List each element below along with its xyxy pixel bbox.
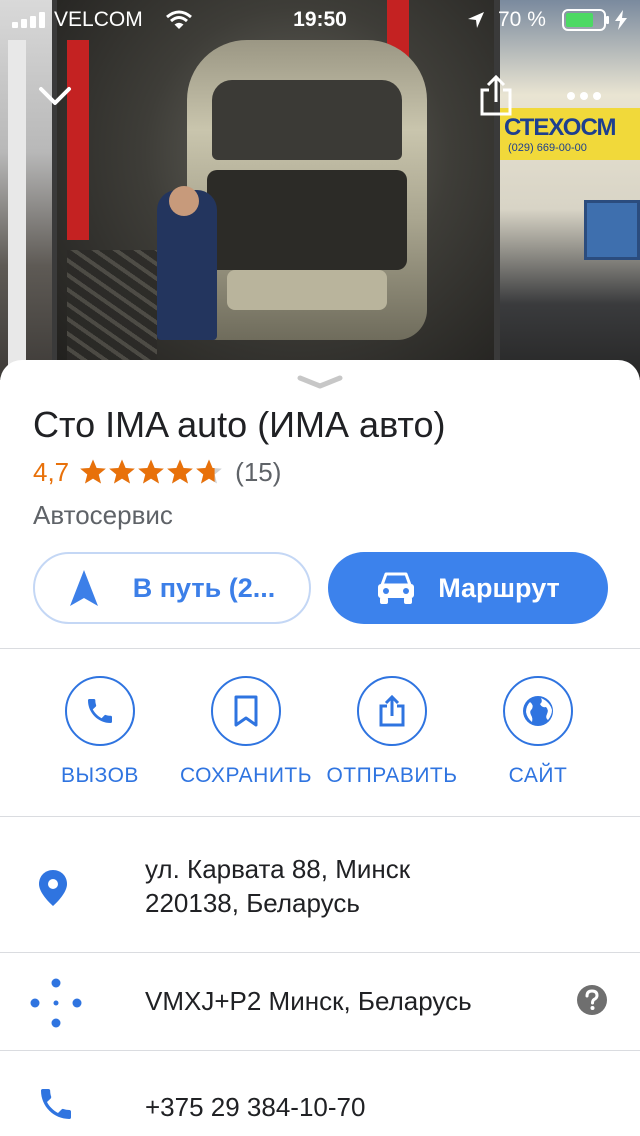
status-bar: VELCOM 19:50 70 % <box>0 0 640 40</box>
website-action[interactable]: САЙТ <box>468 676 608 796</box>
plus-code-row[interactable]: VMXJ+P2 Минск, Беларусь <box>0 952 640 1050</box>
navigation-arrow-icon <box>69 570 98 606</box>
review-count[interactable]: (15) <box>235 457 281 488</box>
address-line-2: 220138, Беларусь <box>145 888 360 918</box>
plus-code-text: VMXJ+P2 Минск, Беларусь <box>145 986 472 1016</box>
battery-percentage: 70 % <box>498 8 546 31</box>
battery-icon <box>562 9 609 31</box>
bookmark-icon <box>234 695 258 727</box>
call-action[interactable]: ВЫЗОВ <box>30 676 170 796</box>
phone-icon <box>41 1089 71 1119</box>
directions-button[interactable]: Маршрут <box>328 552 608 624</box>
photo-thumbnail-left[interactable] <box>0 0 52 380</box>
address-row[interactable]: ул. Карвата 88, Минск 220138, Беларусь <box>0 816 640 952</box>
storefront-sign: СТЕХОСМ <box>504 114 616 141</box>
divider <box>0 648 640 649</box>
phone-icon <box>88 699 112 723</box>
address-line-1: ул. Карвата 88, Минск <box>145 854 411 884</box>
globe-icon <box>523 696 553 726</box>
place-details-sheet[interactable]: Сто IMA auto (ИМА авто) 4,7 (15) Автосер… <box>0 360 640 1136</box>
charging-icon <box>615 10 627 30</box>
phone-number[interactable]: +375 29 384-10-70 <box>145 1090 365 1124</box>
share-icon[interactable] <box>478 74 514 118</box>
start-navigation-button[interactable]: В путь (2... <box>33 552 311 624</box>
share-icon <box>379 694 405 727</box>
star-icon <box>138 459 164 484</box>
star-icon <box>109 459 135 484</box>
place-title: Сто IMA auto (ИМА авто) <box>33 404 446 445</box>
location-pin-icon <box>39 870 67 906</box>
help-icon[interactable] <box>576 984 608 1016</box>
phone-row[interactable]: +375 29 384-10-70 <box>0 1050 640 1136</box>
sheet-handle-icon[interactable] <box>297 374 343 390</box>
website-label: САЙТ <box>508 764 568 787</box>
location-arrow-icon <box>468 12 484 28</box>
chevron-down-icon[interactable] <box>38 82 72 110</box>
plus-code-icon <box>30 978 82 1028</box>
start-navigation-label: В путь (2... <box>132 572 276 603</box>
star-icon <box>196 459 222 484</box>
photo-main[interactable] <box>57 0 494 380</box>
star-icon <box>167 459 193 484</box>
place-category: Автосервис <box>33 500 173 530</box>
star-icon <box>80 459 106 484</box>
directions-label: Маршрут <box>438 572 560 603</box>
car-icon <box>378 572 415 604</box>
address-text: ул. Карвата 88, Минск 220138, Беларусь <box>145 852 410 920</box>
share-action[interactable]: ОТПРАВИТЬ <box>322 676 462 796</box>
more-options-icon[interactable] <box>566 90 602 102</box>
save-action[interactable]: СОХРАНИТЬ <box>176 676 316 796</box>
photo-gallery[interactable]: СТЕХОСМ (029) 669-00-00 <box>0 0 640 380</box>
photo-thumbnail-right[interactable]: СТЕХОСМ (029) 669-00-00 <box>500 0 640 380</box>
rating-stars <box>79 458 223 486</box>
rating-row[interactable]: 4,7 (15) <box>33 456 281 488</box>
rating-value: 4,7 <box>33 456 70 487</box>
